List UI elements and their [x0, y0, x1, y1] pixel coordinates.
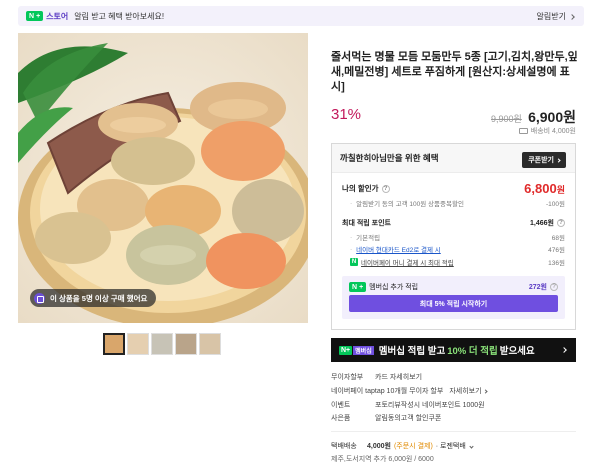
shipping-fee-text: 배송비 4,000원	[530, 128, 576, 135]
store-label: 스토어	[46, 11, 69, 21]
banner-message: 알림 받고 혜택 받아보세요!	[74, 11, 165, 21]
original-price: 9,900원	[491, 114, 522, 124]
promo-highlight: 10% 더 적립	[447, 346, 498, 357]
max-points-row: 최대 적립 포인트 1,466원?	[342, 218, 565, 228]
taptap-row: 네이버페이 taptap 10개월 무이자 할부 자세히보기	[331, 386, 488, 396]
membership-row: N + 멤버십 추가 적립 272원?	[349, 282, 558, 292]
membership-tag: N+ 멤버십	[339, 345, 374, 355]
delivery-fee: 4,000원	[367, 443, 391, 450]
max-points-value: 1,466원	[530, 220, 554, 227]
installment-label: 무이자할부	[331, 374, 364, 381]
event-label: 이벤트	[331, 402, 351, 409]
chevron-right-icon	[569, 13, 575, 20]
divider	[331, 431, 576, 432]
subscribe-alert-label: 알림받기	[536, 12, 566, 21]
basic-points-row: · 기본적립 68원	[350, 233, 565, 243]
card-points-link[interactable]: 네이버 현대카드 Ed2로 결제 시	[356, 244, 441, 254]
promo-text-after: 받으세요	[499, 346, 535, 357]
help-icon[interactable]: ?	[557, 219, 565, 227]
naver-pay-icon: N	[350, 258, 358, 266]
discount-note-value: -100원	[546, 201, 565, 208]
card-points-row: · 네이버 현대카드 Ed2로 결제 시 476원	[350, 244, 565, 255]
help-icon[interactable]: ?	[550, 283, 558, 291]
delivery-condition: (주문시 결제)	[393, 443, 433, 450]
dumpling-photo	[18, 33, 308, 323]
membership-start-button[interactable]: 최대 5% 적립 시작하기	[349, 295, 558, 312]
membership-points: 272원	[528, 284, 547, 291]
subscribe-alert-button[interactable]: 알림받기	[536, 11, 575, 22]
chevron-down-icon[interactable]	[469, 443, 474, 449]
installment-row: 무이자할부 카드 자세히보기	[331, 372, 422, 382]
shipping-fee-summary: 배송비 4,000원	[518, 126, 576, 136]
thumbnail-strip	[103, 333, 221, 355]
taptap-more[interactable]: 자세히보기	[449, 386, 488, 396]
taptap-text: 네이버페이 taptap 10개월 무이자 할부	[331, 388, 444, 395]
thumbnail-3[interactable]	[151, 333, 173, 355]
coupon-button-label: 쿠폰받기	[528, 157, 554, 164]
benefit-panel: 까칠한히아님만을 위한 혜택 쿠폰받기 나의 할인가? 6,800원 · 알림받기…	[331, 143, 576, 330]
my-discount-price: 6,800원	[524, 181, 565, 196]
purchase-count-text: 이 상품을 5명 이상 구매 했어요	[50, 293, 148, 303]
chevron-right-icon	[561, 347, 567, 353]
product-main-image[interactable]: 이 상품을 5명 이상 구매 했어요	[18, 33, 308, 323]
gift-label: 사은품	[331, 415, 351, 422]
benefit-title: 까칠한히아님만을 위한 혜택	[340, 153, 439, 163]
card-points-value: 476원	[548, 247, 565, 254]
my-discount-row: 나의 할인가? 6,800원	[342, 181, 565, 196]
gift-value: 알림동의고객 할인쿠폰	[375, 415, 442, 422]
purchase-count-badge: 이 상품을 5명 이상 구매 했어요	[30, 289, 157, 307]
thumbnail-1[interactable]	[103, 333, 125, 355]
sale-price: 6,900원	[528, 109, 576, 125]
product-title: 줄서먹는 명물 모듬 모둠만두 5종 [고기,김치,왕만두,잎새,메밀전병] 세…	[331, 51, 578, 93]
thumbnail-5[interactable]	[199, 333, 221, 355]
discount-note: 알림받기 동의 고객 100원 상품중복할인	[356, 201, 464, 208]
npay-points-link[interactable]: 네이버페이 머니 결제 시 최대 적립	[361, 257, 454, 267]
thumbnail-2[interactable]	[127, 333, 149, 355]
naver-plus-badge: N +	[349, 282, 367, 292]
discount-note-row: · 알림받기 동의 고객 100원 상품중복할인 -100원	[350, 199, 565, 209]
membership-label: 멤버십 추가 적립	[369, 284, 419, 291]
event-value: 포토리뷰작성시 네이버포인트 1000원	[375, 402, 485, 409]
notification-banner: N + 스토어 알림 받고 혜택 받아보세요! 알림받기	[18, 6, 584, 26]
delivery-carrier: · 로젠택배	[435, 443, 466, 450]
event-row: 이벤트 포토리뷰작성시 네이버포인트 1000원	[331, 400, 485, 410]
membership-box: N + 멤버십 추가 적립 272원? 최대 5% 적립 시작하기	[342, 276, 565, 319]
price-box: 9,900원 6,900원	[491, 107, 576, 127]
truck-icon	[518, 128, 528, 134]
installment-link[interactable]: 카드 자세히보기	[375, 372, 422, 382]
jeju-extra-fee: 제주,도서지역 추가 6,000원 / 6000	[331, 456, 434, 463]
gift-row: 사은품 알림동의고객 할인쿠폰	[331, 413, 441, 423]
npay-points-row: N 네이버페이 머니 결제 시 최대 적립 136원	[342, 257, 565, 267]
max-points-label: 최대 적립 포인트	[342, 220, 391, 227]
membership-promo-bar[interactable]: N+ 멤버십 멤버십 적립 받고 10% 더 적립 받으세요	[331, 338, 576, 362]
thumbnail-4[interactable]	[175, 333, 197, 355]
naver-plus-badge: N +	[26, 11, 44, 21]
chevron-right-icon	[556, 157, 561, 163]
chevron-right-icon	[482, 388, 488, 394]
promo-text-before: 멤버십 적립 받고	[378, 346, 446, 357]
coupon-button[interactable]: 쿠폰받기	[522, 152, 566, 168]
basic-points-label: 기본적립	[356, 235, 381, 242]
basic-points-value: 68원	[551, 235, 565, 242]
my-discount-label: 나의 할인가	[342, 184, 379, 193]
shopping-bag-icon	[34, 292, 45, 304]
help-icon[interactable]: ?	[381, 184, 390, 193]
delivery-label: 택배배송	[331, 443, 357, 450]
delivery-row: 택배배송 4,000원 (주문시 결제) · 로젠택배	[331, 441, 474, 451]
npay-points-value: 136원	[548, 260, 565, 267]
discount-rate: 31%	[331, 106, 362, 123]
